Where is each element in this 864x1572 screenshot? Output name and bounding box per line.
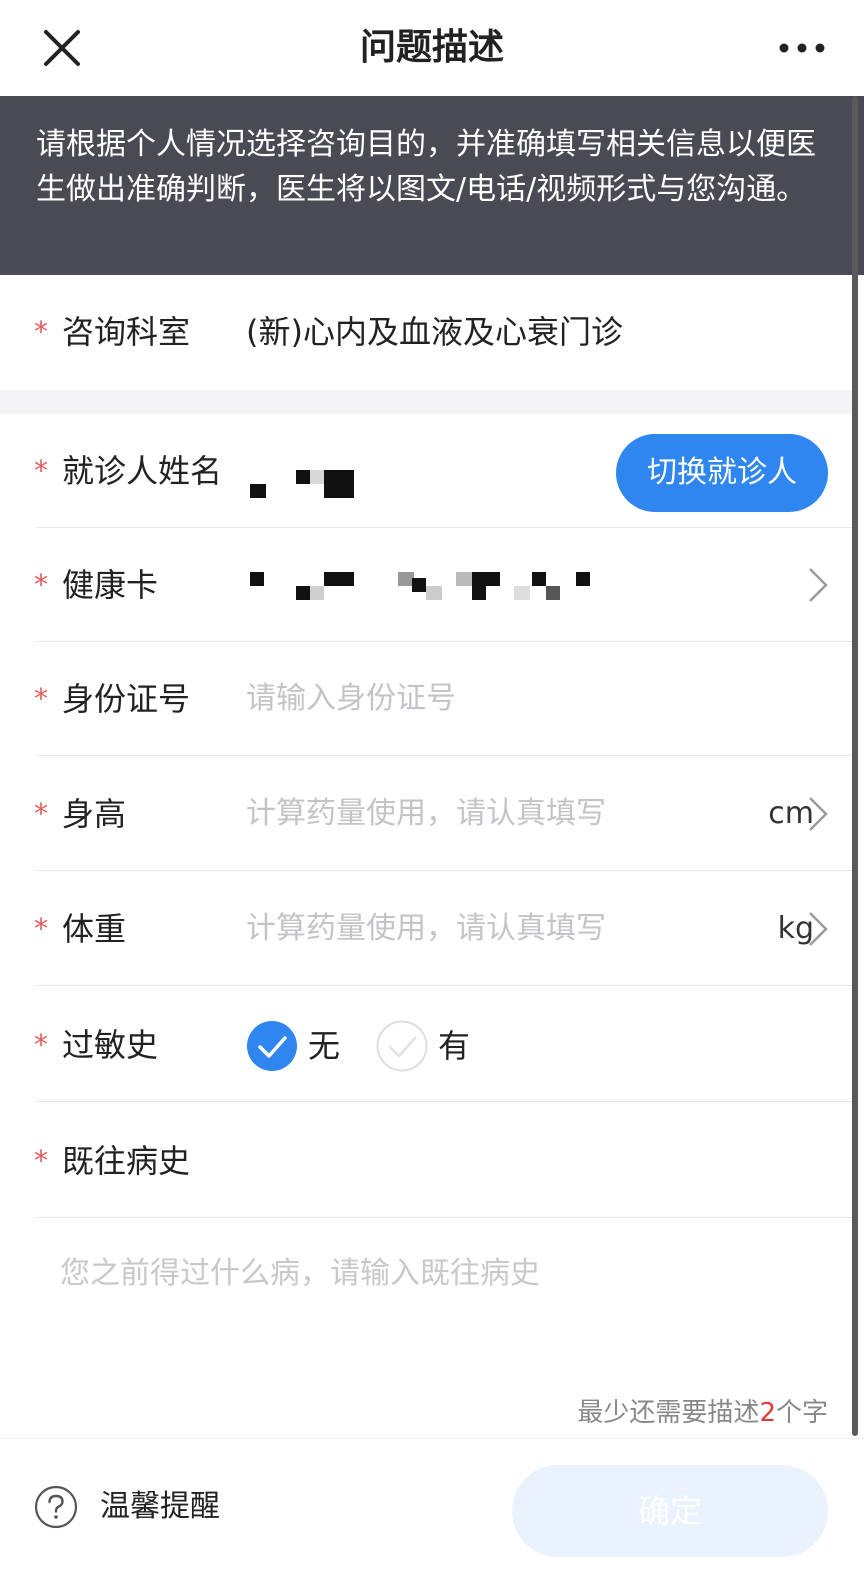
department-row: * 咨询科室 (新)心内及血液及心衰门诊 [0, 275, 852, 389]
allergy-none-label[interactable]: 无 [308, 1020, 340, 1072]
chevron-right-icon [809, 568, 828, 602]
allergy-label: 过敏史 [62, 1026, 159, 1064]
weight-row[interactable]: * 体重 计算药量使用，请认真填写 kg [0, 872, 852, 986]
question-icon[interactable] [34, 1485, 78, 1529]
top-bar: 问题描述 [0, 0, 864, 96]
department-value: (新)心内及血液及心衰门诊 [246, 313, 623, 351]
more-icon[interactable] [776, 30, 828, 66]
required-mark: * [34, 1028, 48, 1061]
footer-bar: 温馨提醒 确定 [0, 1438, 864, 1572]
tips-link[interactable]: 温馨提醒 [100, 1479, 220, 1535]
chevron-right-icon [809, 912, 828, 946]
divider [36, 985, 852, 986]
chevron-right-icon [809, 797, 828, 831]
counter-prefix: 最少还需要描述 [577, 1398, 760, 1428]
history-textarea[interactable] [60, 1248, 820, 1368]
char-counter: 最少还需要描述2个字 [577, 1392, 828, 1429]
id-number-row[interactable]: * 身份证号 请输入身份证号 [0, 642, 852, 756]
history-row: * 既往病史 [0, 1104, 852, 1218]
required-mark: * [34, 912, 48, 945]
section-gap [0, 390, 852, 414]
counter-suffix: 个字 [775, 1398, 828, 1428]
required-mark: * [34, 797, 48, 830]
notice-banner: 请根据个人情况选择咨询目的，并准确填写相关信息以便医生做出准确判断，医生将以图文… [0, 96, 864, 275]
weight-input[interactable]: 计算药量使用，请认真填写 [246, 872, 606, 986]
required-mark: * [34, 568, 48, 601]
allergy-yes-label[interactable]: 有 [438, 1020, 470, 1072]
counter-number: 2 [759, 1398, 776, 1428]
divider [36, 870, 852, 871]
divider [36, 755, 852, 756]
allergy-yes-radio[interactable] [376, 1020, 428, 1072]
height-input[interactable]: 计算药量使用，请认真填写 [246, 757, 606, 871]
confirm-button[interactable]: 确定 [512, 1465, 828, 1557]
height-label: 身高 [62, 795, 127, 833]
allergy-none-radio[interactable] [246, 1020, 298, 1072]
switch-patient-button[interactable]: 切换就诊人 [616, 434, 828, 512]
notice-text: 请根据个人情况选择咨询目的，并准确填写相关信息以便医生做出准确判断，医生将以图文… [36, 127, 816, 207]
history-label: 既往病史 [62, 1142, 191, 1180]
height-row[interactable]: * 身高 计算药量使用，请认真填写 cm [0, 757, 852, 871]
health-card-row[interactable]: * 健康卡 [0, 528, 852, 642]
department-label: 咨询科室 [62, 313, 191, 351]
id-number-input[interactable]: 请输入身份证号 [246, 642, 456, 756]
id-number-label: 身份证号 [62, 680, 191, 718]
required-mark: * [34, 682, 48, 715]
divider [36, 1217, 852, 1218]
divider [36, 1101, 852, 1102]
health-card-label: 健康卡 [62, 566, 159, 604]
required-mark: * [34, 315, 48, 348]
page-title: 问题描述 [359, 27, 504, 68]
scrollbar[interactable] [852, 96, 858, 1436]
patient-name-label: 就诊人姓名 [62, 452, 223, 490]
weight-label: 体重 [62, 910, 127, 948]
required-mark: * [34, 454, 48, 487]
required-mark: * [34, 1144, 48, 1177]
